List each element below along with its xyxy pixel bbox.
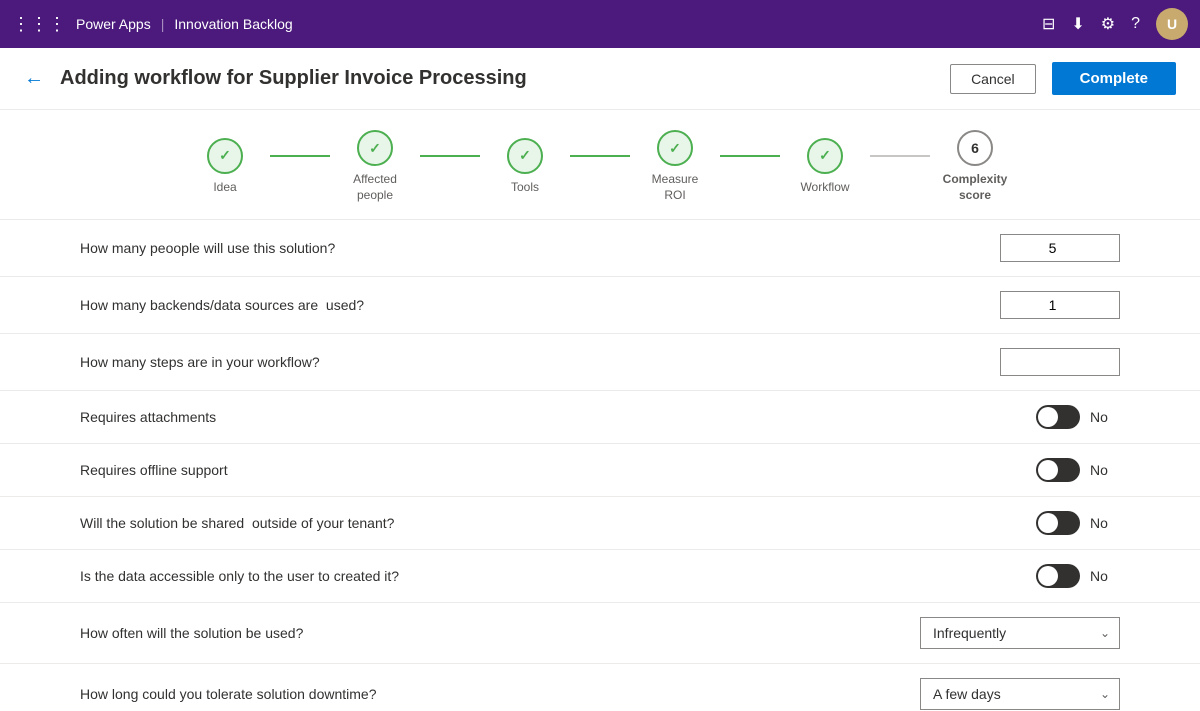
form-row-attachments: Requires attachments No [0, 391, 1200, 444]
step-affected-people[interactable]: Affectedpeople [330, 130, 420, 203]
step-tools-label: Tools [511, 180, 539, 196]
connector-4 [720, 155, 780, 157]
step-workflow[interactable]: Workflow [780, 138, 870, 196]
page-title: Adding workflow for Supplier Invoice Pro… [60, 67, 934, 90]
step-affected-label: Affectedpeople [353, 172, 397, 203]
step-complexity-circle: 6 [957, 130, 993, 166]
step-tools[interactable]: Tools [480, 138, 570, 196]
connector-1 [270, 155, 330, 157]
offline-toggle-knob [1038, 460, 1058, 480]
check-icon [669, 140, 681, 157]
connector-2 [420, 155, 480, 157]
connector-3 [570, 155, 630, 157]
section-name-label: Innovation Backlog [174, 16, 292, 32]
form-row-how-often: How often will the solution be used? Inf… [0, 603, 1200, 664]
shared-toggle[interactable] [1036, 511, 1080, 535]
offline-toggle[interactable] [1036, 458, 1080, 482]
people-count-input[interactable] [1000, 234, 1120, 262]
backends-count-label: How many backends/data sources are used? [80, 297, 1000, 313]
steps-count-input[interactable] [1000, 348, 1120, 376]
step-idea[interactable]: Idea [180, 138, 270, 196]
shared-toggle-label: No [1090, 515, 1120, 531]
step-measure-label: MeasureROI [652, 172, 699, 203]
how-often-select[interactable]: Infrequently Occasionally Frequently Dai… [920, 617, 1120, 649]
back-button[interactable]: ← [24, 67, 44, 90]
attachments-toggle[interactable] [1036, 405, 1080, 429]
main-content: ← Adding workflow for Supplier Invoice P… [0, 48, 1200, 711]
offline-toggle-group: No [1036, 458, 1120, 482]
offline-label: Requires offline support [80, 462, 1036, 478]
step-measure-roi[interactable]: MeasureROI [630, 130, 720, 203]
step-tools-circle [507, 138, 543, 174]
data-access-toggle-group: No [1036, 564, 1120, 588]
app-name-label: Power Apps [76, 16, 151, 32]
step-complexity[interactable]: 6 Complexityscore [930, 130, 1020, 203]
step-complexity-label: Complexityscore [943, 172, 1008, 203]
data-access-toggle-label: No [1090, 568, 1120, 584]
topbar: ⋮⋮⋮ Power Apps | Innovation Backlog ⊟ ⬇ … [0, 0, 1200, 48]
backends-count-input[interactable] [1000, 291, 1120, 319]
step-measure-circle [657, 130, 693, 166]
data-access-label: Is the data accessible only to the user … [80, 568, 1036, 584]
step-workflow-circle [807, 138, 843, 174]
attachments-toggle-knob [1038, 407, 1058, 427]
shared-toggle-knob [1038, 513, 1058, 533]
form-row-shared: Will the solution be shared outside of y… [0, 497, 1200, 550]
grid-icon[interactable]: ⋮⋮⋮ [12, 14, 66, 35]
form-area: How many peoople will use this solution?… [0, 220, 1200, 711]
page-header: ← Adding workflow for Supplier Invoice P… [0, 48, 1200, 110]
complete-button[interactable]: Complete [1052, 62, 1176, 95]
data-access-toggle[interactable] [1036, 564, 1080, 588]
shared-toggle-group: No [1036, 511, 1120, 535]
form-row-data-access: Is the data accessible only to the user … [0, 550, 1200, 603]
downtime-label: How long could you tolerate solution dow… [80, 686, 920, 702]
check-icon [369, 140, 381, 157]
downtime-select[interactable]: A few days A few hours Less than an hour… [920, 678, 1120, 710]
offline-toggle-label: No [1090, 462, 1120, 478]
shared-label: Will the solution be shared outside of y… [80, 515, 1036, 531]
topbar-right: ⊟ ⬇ ⚙ ? U [1042, 8, 1188, 40]
data-access-toggle-knob [1038, 566, 1058, 586]
check-icon [219, 147, 231, 164]
steps-container: Idea Affectedpeople Tools MeasureROI [0, 110, 1200, 220]
attachments-toggle-group: No [1036, 405, 1120, 429]
how-often-label: How often will the solution be used? [80, 625, 920, 641]
attachments-toggle-label: No [1090, 409, 1120, 425]
how-often-select-wrapper: Infrequently Occasionally Frequently Dai… [920, 617, 1120, 649]
help-icon[interactable]: ? [1131, 15, 1140, 33]
form-row-steps-count: How many steps are in your workflow? [0, 334, 1200, 391]
form-row-offline: Requires offline support No [0, 444, 1200, 497]
topbar-separator: | [161, 16, 165, 32]
form-row-backends-count: How many backends/data sources are used? [0, 277, 1200, 334]
attachments-label: Requires attachments [80, 409, 1036, 425]
people-count-label: How many peoople will use this solution? [80, 240, 1000, 256]
connector-5 [870, 155, 930, 157]
step-workflow-label: Workflow [800, 180, 849, 196]
cancel-button[interactable]: Cancel [950, 64, 1036, 94]
step-idea-label: Idea [213, 180, 236, 196]
steps-count-label: How many steps are in your workflow? [80, 354, 1000, 370]
form-row-downtime: How long could you tolerate solution dow… [0, 664, 1200, 711]
downtime-select-wrapper: A few days A few hours Less than an hour… [920, 678, 1120, 710]
step-affected-circle [357, 130, 393, 166]
step-complexity-number: 6 [971, 140, 979, 156]
settings-icon[interactable]: ⚙ [1101, 14, 1115, 34]
window-icon[interactable]: ⊟ [1042, 14, 1055, 34]
form-row-people-count: How many peoople will use this solution? [0, 220, 1200, 277]
check-icon [519, 147, 531, 164]
avatar[interactable]: U [1156, 8, 1188, 40]
download-icon[interactable]: ⬇ [1071, 14, 1084, 34]
check-icon [819, 147, 831, 164]
step-idea-circle [207, 138, 243, 174]
